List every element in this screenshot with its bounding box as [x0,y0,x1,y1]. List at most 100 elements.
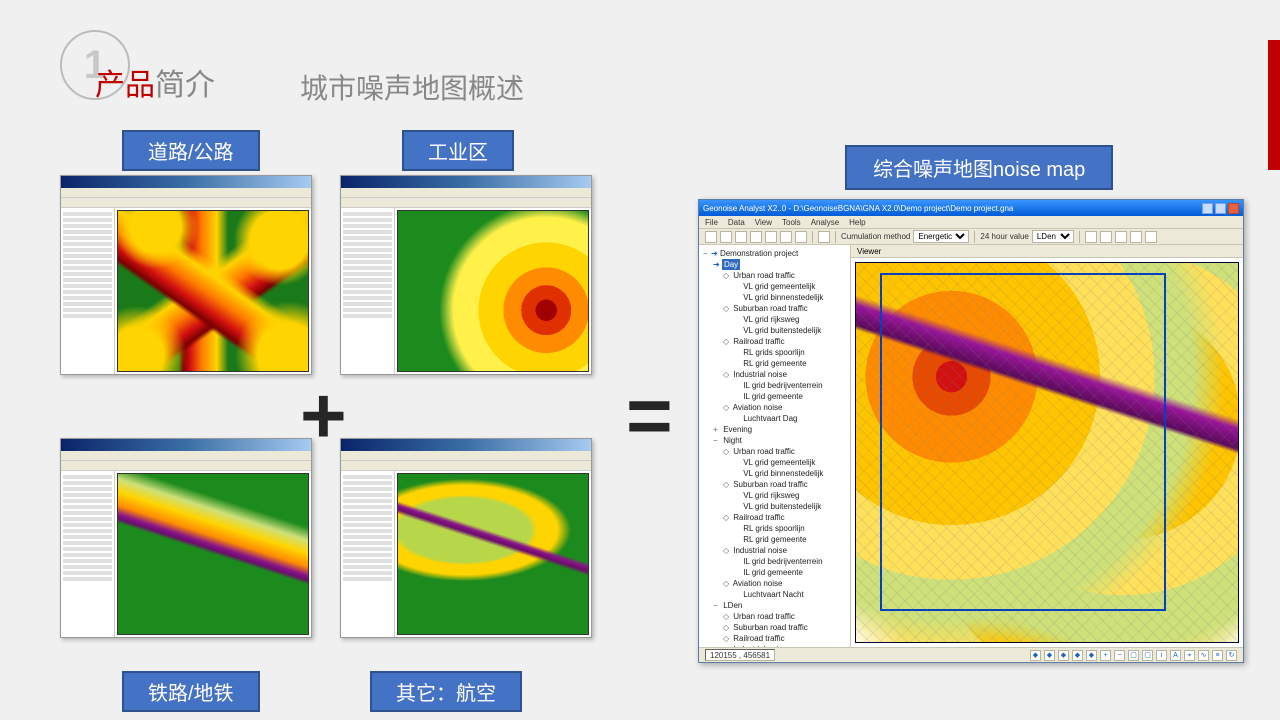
tree-item[interactable]: ◇ Industrial noise [703,545,846,556]
tree-item[interactable]: IL grid bedrijventerrein [703,380,846,391]
tree-item[interactable]: ◇ Aviation noise [703,402,846,413]
menu-tools[interactable]: Tools [782,218,801,227]
toolbar-button[interactable] [750,231,762,243]
tree-selected[interactable]: Day [722,259,740,270]
close-button[interactable] [1228,203,1239,214]
tree-item[interactable]: − Night [703,435,846,446]
equals-operator: = [626,370,673,462]
tree-item[interactable]: Luchtvaart Nacht [703,589,846,600]
subtitle: 城市噪声地图概述 [300,67,524,107]
tree-item[interactable]: ◇ Suburban road traffic [703,622,846,633]
window-title: Geonoise Analyst X2..0 - D:\GeonoiseBGNA… [703,204,1013,213]
map-viewer[interactable] [851,258,1243,647]
status-bar: 120155 , 456581 ◆ ◆ ◆ ◆ ◆ + − ▢ ▢ i A ⌖ … [699,647,1243,662]
tree-item[interactable]: VL grid binnenstedelijk [703,468,846,479]
tree-item[interactable]: RL grids spoorlijn [703,347,846,358]
tree-item[interactable]: IL grid bedrijventerrein [703,556,846,567]
maximize-button[interactable] [1215,203,1226,214]
tree-item[interactable]: ◇ Industrial noise [703,369,846,380]
hour-select[interactable]: LDen [1032,230,1074,243]
tree-item[interactable]: RL grid gemeente [703,534,846,545]
zoom-region-icon[interactable]: ▢ [1142,650,1153,661]
toolbar-button[interactable] [1115,231,1127,243]
nav-tool-icon[interactable]: ◆ [1044,650,1055,661]
measure-tool-icon[interactable]: ⌖ [1184,650,1195,661]
text-tool-icon[interactable]: A [1170,650,1181,661]
viewer-tab[interactable]: Viewer [851,245,1243,258]
noise-map-window: Geonoise Analyst X2..0 - D:\GeonoiseBGNA… [698,199,1244,663]
tree-item[interactable]: RL grid gemeente [703,358,846,369]
tree-root[interactable]: Demonstration project [720,249,798,258]
menu-view[interactable]: View [755,218,772,227]
measure-tool-icon[interactable]: ∿ [1198,650,1209,661]
thumb-industrial-noise [340,175,592,375]
menu-file[interactable]: File [705,218,718,227]
cumulation-label: Cumulation method [841,232,910,241]
tree-item[interactable]: + Evening [703,424,846,435]
tree-item[interactable]: ◇ Industrial noise [703,644,846,647]
toolbar-button[interactable] [818,231,830,243]
tree-item[interactable]: ◇ Railroad traffic [703,633,846,644]
project-tree[interactable]: −➜ Demonstration project ➜ Day ◇ Urban r… [699,245,851,647]
toolbar-button[interactable] [735,231,747,243]
tree-item[interactable]: ◇ Urban road traffic [703,611,846,622]
menu-analyse[interactable]: Analyse [811,218,839,227]
map-aviation [397,473,589,635]
refresh-icon[interactable]: ↻ [1226,650,1237,661]
info-icon[interactable]: i [1156,650,1167,661]
zoom-out-icon[interactable]: − [1114,650,1125,661]
tree-item[interactable]: ◇ Railroad traffic [703,336,846,347]
tree-item[interactable]: RL grids spoorlijn [703,523,846,534]
toolbar-button[interactable] [1130,231,1142,243]
tree-item[interactable]: ◇ Aviation noise [703,578,846,589]
title-red: 产品 [95,69,155,102]
tree-item[interactable]: Luchtvaart Dag [703,413,846,424]
tree-item[interactable]: VL grid rijksweg [703,314,846,325]
cumulation-select[interactable]: Energetic [913,230,969,243]
tree-item[interactable]: ◇ Suburban road traffic [703,303,846,314]
nav-tool-icon[interactable]: ◆ [1030,650,1041,661]
title-gray: 简介 [155,69,215,102]
nav-tool-icon[interactable]: ◆ [1072,650,1083,661]
thumb-rail-noise [60,438,312,638]
tree-item[interactable]: VL grid gemeentelijk [703,281,846,292]
toolbar-button[interactable] [720,231,732,243]
nav-tool-icon[interactable]: ◆ [1086,650,1097,661]
tag-rail: 铁路/地铁 [122,671,260,712]
tree-item[interactable]: VL grid rijksweg [703,490,846,501]
window-titlebar[interactable]: Geonoise Analyst X2..0 - D:\GeonoiseBGNA… [699,200,1243,216]
tree-item[interactable]: ◇ Railroad traffic [703,512,846,523]
tree-item[interactable]: VL grid binnenstedelijk [703,292,846,303]
toolbar-button[interactable] [1085,231,1097,243]
tree-item[interactable]: IL grid gemeente [703,567,846,578]
tag-other: 其它：航空 [370,671,522,712]
toolbar-button[interactable] [1145,231,1157,243]
minimize-button[interactable] [1202,203,1213,214]
tree-item[interactable]: VL grid buitenstedelijk [703,501,846,512]
tree-item[interactable]: ◇ Urban road traffic [703,446,846,457]
toolbar: Cumulation method Energetic 24 hour valu… [699,229,1243,245]
tag-industrial: 工业区 [402,130,514,171]
tree-item[interactable]: VL grid gemeentelijk [703,457,846,468]
tree-item[interactable]: VL grid buitenstedelijk [703,325,846,336]
map-road [117,210,309,372]
toolbar-button[interactable] [765,231,777,243]
toolbar-button[interactable] [1100,231,1112,243]
layers-icon[interactable]: ≡ [1212,650,1223,661]
status-coords: 120155 , 456581 [705,649,775,661]
tree-item[interactable]: − LDen [703,600,846,611]
tree-item[interactable]: ◇ Suburban road traffic [703,479,846,490]
toolbar-button[interactable] [795,231,807,243]
tree-item[interactable]: IL grid gemeente [703,391,846,402]
tree-item[interactable]: ◇ Urban road traffic [703,270,846,281]
thumb-road-noise [60,175,312,375]
zoom-extent-icon[interactable]: ▢ [1128,650,1139,661]
toolbar-button[interactable] [705,231,717,243]
thumb-aviation-noise [340,438,592,638]
menu-help[interactable]: Help [849,218,865,227]
nav-tool-icon[interactable]: ◆ [1058,650,1069,661]
accent-bar [1268,40,1280,170]
toolbar-button[interactable] [780,231,792,243]
zoom-in-icon[interactable]: + [1100,650,1111,661]
menu-data[interactable]: Data [728,218,745,227]
